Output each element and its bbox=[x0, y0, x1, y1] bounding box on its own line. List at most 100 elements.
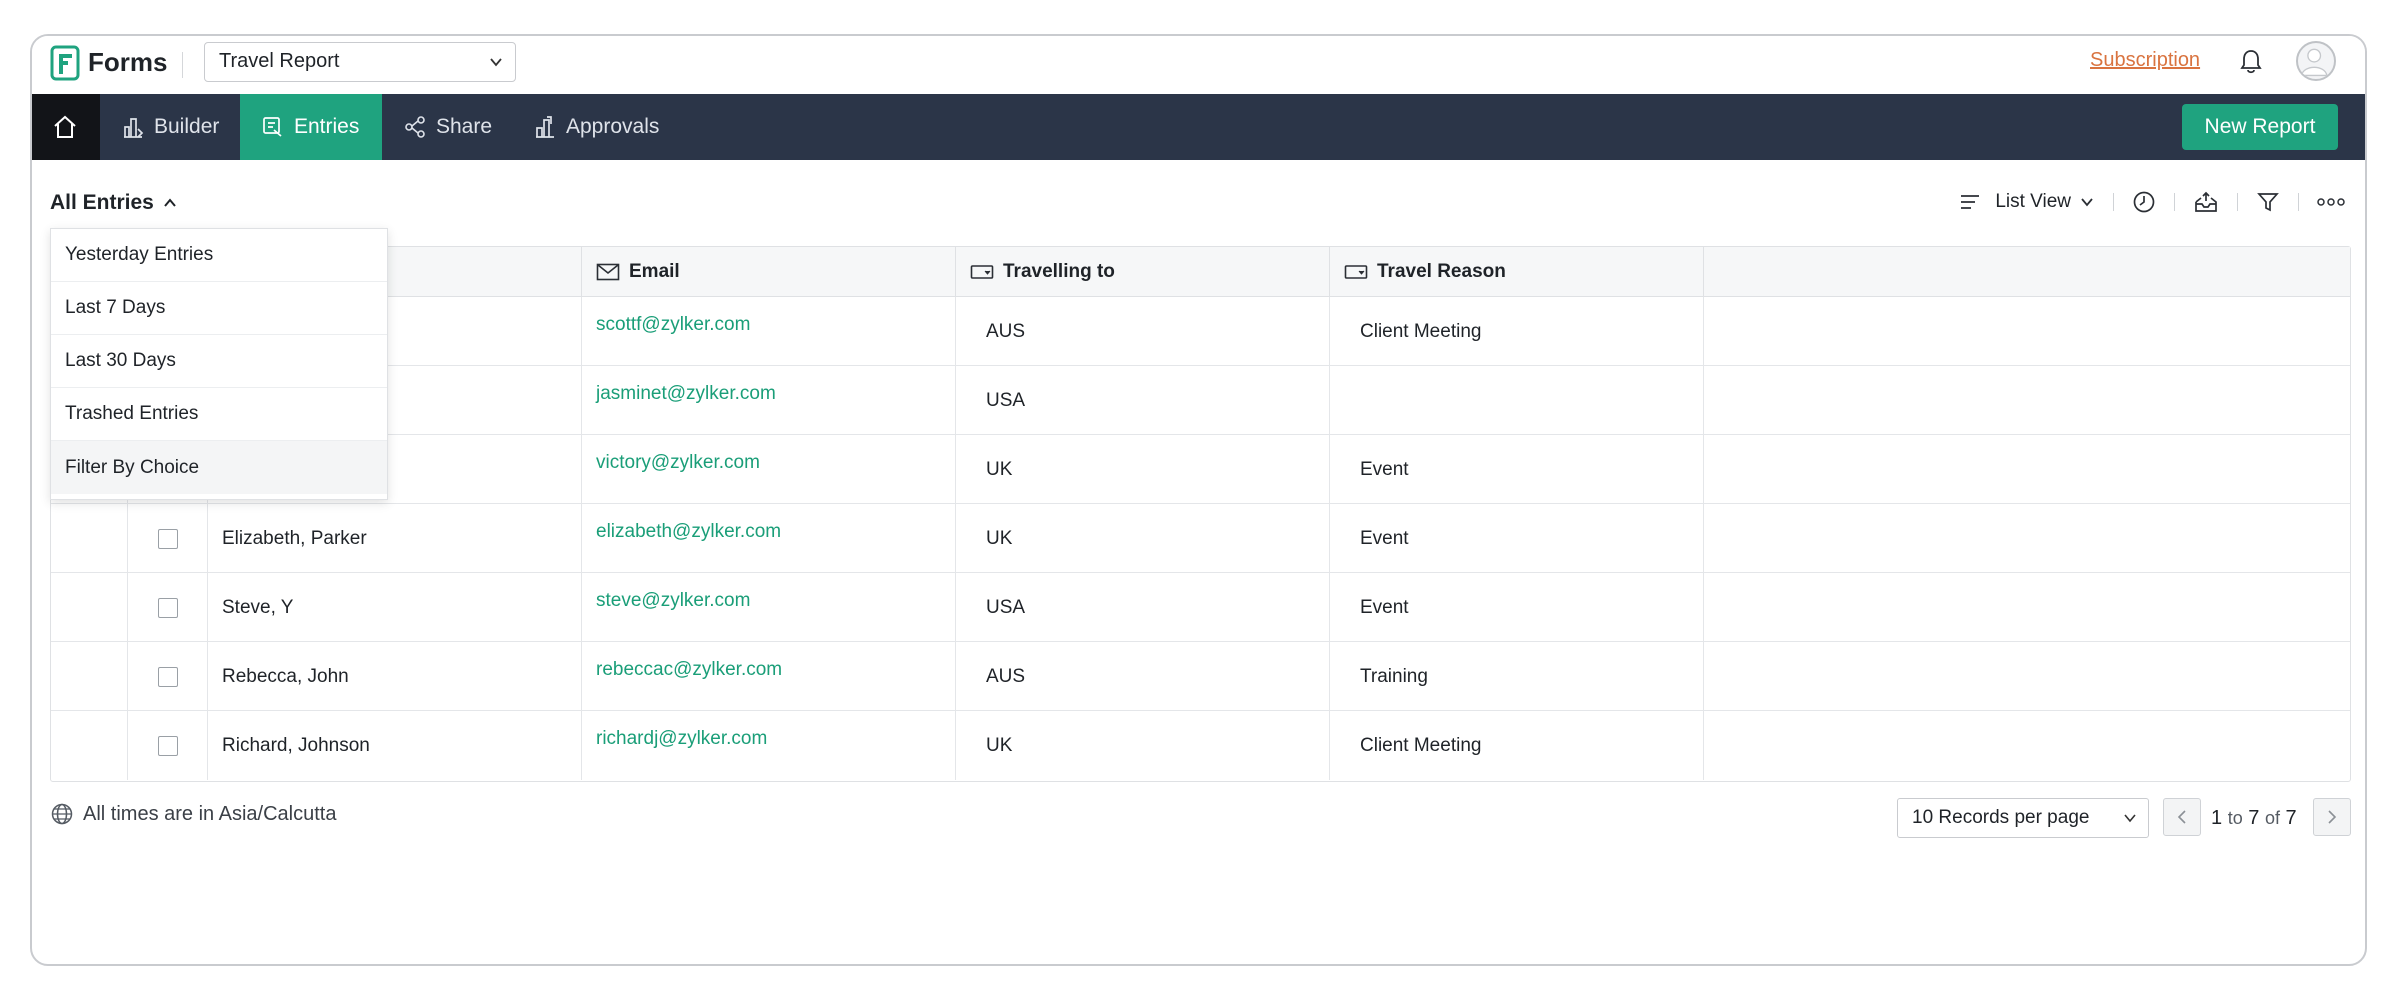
row-travel-reason: Training bbox=[1330, 642, 1704, 711]
dropdown-item-yesterday[interactable]: Yesterday Entries bbox=[51, 229, 387, 282]
row-travelling-to: UK bbox=[956, 435, 1330, 504]
page-from: 1 bbox=[2211, 807, 2223, 829]
history-button[interactable] bbox=[2132, 190, 2156, 214]
nav-approvals-label: Approvals bbox=[566, 115, 660, 138]
table-row[interactable]: scottf@zylker.com AUS Client Meeting bbox=[51, 297, 2350, 366]
page-of-word: of bbox=[2264, 808, 2280, 828]
entries-view-selector[interactable]: All Entries bbox=[50, 191, 178, 215]
dropdown-item-last-30-days[interactable]: Last 30 Days bbox=[51, 335, 387, 388]
table-row[interactable]: jasminet@zylker.com USA bbox=[51, 366, 2350, 435]
forms-logo-icon bbox=[50, 45, 80, 81]
row-select bbox=[128, 711, 208, 780]
row-checkbox[interactable] bbox=[158, 597, 178, 618]
export-button[interactable] bbox=[2193, 190, 2219, 214]
row-travelling-to: UK bbox=[956, 504, 1330, 573]
row-select bbox=[128, 504, 208, 573]
row-travelling-to: USA bbox=[956, 573, 1330, 642]
divider bbox=[2298, 193, 2299, 211]
records-per-page-value: 10 Records per page bbox=[1912, 807, 2090, 828]
header-email[interactable]: Email bbox=[582, 247, 956, 297]
nav-entries[interactable]: Entries bbox=[240, 94, 382, 160]
chevron-right-icon bbox=[2328, 810, 2337, 824]
row-index bbox=[51, 504, 128, 573]
row-travelling-to: AUS bbox=[956, 297, 1330, 366]
filter-icon bbox=[2257, 193, 2279, 212]
dropdown-item-last-7-days[interactable]: Last 7 Days bbox=[51, 282, 387, 335]
table-row[interactable]: Steve, Y steve@zylker.com USA Event bbox=[51, 573, 2350, 642]
row-email[interactable]: rebeccac@zylker.com bbox=[582, 642, 956, 711]
row-checkbox[interactable] bbox=[158, 666, 178, 687]
entries-filter-dropdown: Yesterday Entries Last 7 Days Last 30 Da… bbox=[50, 228, 388, 500]
list-view-selector[interactable]: List View bbox=[1959, 191, 2095, 213]
brand-name: Forms bbox=[88, 47, 168, 77]
table-row[interactable]: Rebecca, John rebeccac@zylker.com AUS Tr… bbox=[51, 642, 2350, 711]
row-email[interactable]: elizabeth@zylker.com bbox=[582, 504, 956, 573]
row-name: Steve, Y bbox=[208, 573, 582, 642]
page-total: 7 bbox=[2285, 807, 2297, 829]
nav-share[interactable]: Share bbox=[382, 94, 512, 160]
dropdown-item-trashed[interactable]: Trashed Entries bbox=[51, 388, 387, 441]
nav-share-label: Share bbox=[436, 115, 493, 138]
app-window: Forms Travel Report Subscription Builder… bbox=[30, 34, 2367, 966]
row-name: Rebecca, John bbox=[208, 642, 582, 711]
list-view-label: List View bbox=[1995, 191, 2071, 212]
dropdown-item-filter-by-choice[interactable]: Filter By Choice bbox=[51, 441, 387, 494]
bell-icon[interactable] bbox=[2238, 48, 2264, 76]
page-to: 7 bbox=[2248, 807, 2260, 829]
entries-view-label: All Entries bbox=[50, 191, 154, 214]
row-email[interactable]: scottf@zylker.com bbox=[582, 297, 956, 366]
report-tools: List View bbox=[1941, 186, 2345, 218]
divider bbox=[2113, 193, 2114, 211]
row-travel-reason bbox=[1330, 366, 1704, 435]
mail-icon bbox=[596, 263, 620, 281]
top-bar: Forms Travel Report Subscription bbox=[32, 36, 2365, 94]
more-options-button[interactable] bbox=[2317, 196, 2345, 208]
nav-builder[interactable]: Builder bbox=[100, 94, 240, 160]
divider bbox=[2174, 193, 2175, 211]
row-email[interactable]: victory@zylker.com bbox=[582, 435, 956, 504]
header-travelling-to-label: Travelling to bbox=[1003, 261, 1115, 282]
table-row[interactable]: Richard, Johnson richardj@zylker.com UK … bbox=[51, 711, 2350, 780]
row-email[interactable]: steve@zylker.com bbox=[582, 573, 956, 642]
form-selector[interactable]: Travel Report bbox=[204, 42, 516, 82]
chevron-down-icon bbox=[2081, 198, 2093, 207]
filter-button[interactable] bbox=[2256, 190, 2280, 214]
more-icon bbox=[2317, 198, 2345, 206]
header-travelling-to[interactable]: Travelling to bbox=[956, 247, 1330, 297]
header-travel-reason-label: Travel Reason bbox=[1377, 261, 1506, 282]
clock-icon bbox=[2133, 191, 2155, 213]
home-icon bbox=[54, 115, 76, 138]
header-email-label: Email bbox=[629, 261, 680, 282]
row-checkbox[interactable] bbox=[158, 528, 178, 549]
row-travel-reason: Client Meeting bbox=[1330, 297, 1704, 366]
home-button[interactable] bbox=[32, 94, 100, 160]
page-to-word: to bbox=[2227, 808, 2243, 828]
header-filler bbox=[1704, 247, 2350, 297]
header-travel-reason[interactable]: Travel Reason bbox=[1330, 247, 1704, 297]
new-report-button[interactable]: New Report bbox=[2182, 104, 2338, 150]
records-per-page-select[interactable]: 10 Records per page bbox=[1897, 798, 2149, 838]
next-page-button[interactable] bbox=[2313, 798, 2351, 836]
entries-table: Email Travelling to Travel Reason scottf… bbox=[50, 246, 2351, 782]
row-travel-reason: Event bbox=[1330, 573, 1704, 642]
row-travelling-to: UK bbox=[956, 711, 1330, 780]
row-index bbox=[51, 573, 128, 642]
approvals-icon bbox=[536, 116, 554, 138]
table-row[interactable]: Elizabeth, Parker elizabeth@zylker.com U… bbox=[51, 504, 2350, 573]
builder-icon bbox=[124, 118, 144, 138]
divider bbox=[182, 52, 183, 78]
row-email[interactable]: richardj@zylker.com bbox=[582, 711, 956, 780]
nav-approvals[interactable]: Approvals bbox=[512, 94, 672, 160]
inbox-export-icon bbox=[2195, 191, 2217, 212]
timezone-note: All times are in Asia/Calcutta bbox=[50, 802, 336, 826]
avatar[interactable] bbox=[2296, 41, 2336, 81]
row-travel-reason: Client Meeting bbox=[1330, 711, 1704, 780]
row-select bbox=[128, 642, 208, 711]
subscription-link[interactable]: Subscription bbox=[2090, 49, 2200, 72]
form-selector-value: Travel Report bbox=[219, 50, 340, 72]
table-row[interactable]: victory@zylker.com UK Event bbox=[51, 435, 2350, 504]
share-icon bbox=[405, 116, 425, 138]
row-email[interactable]: jasminet@zylker.com bbox=[582, 366, 956, 435]
previous-page-button[interactable] bbox=[2163, 798, 2201, 836]
row-checkbox[interactable] bbox=[158, 735, 178, 756]
